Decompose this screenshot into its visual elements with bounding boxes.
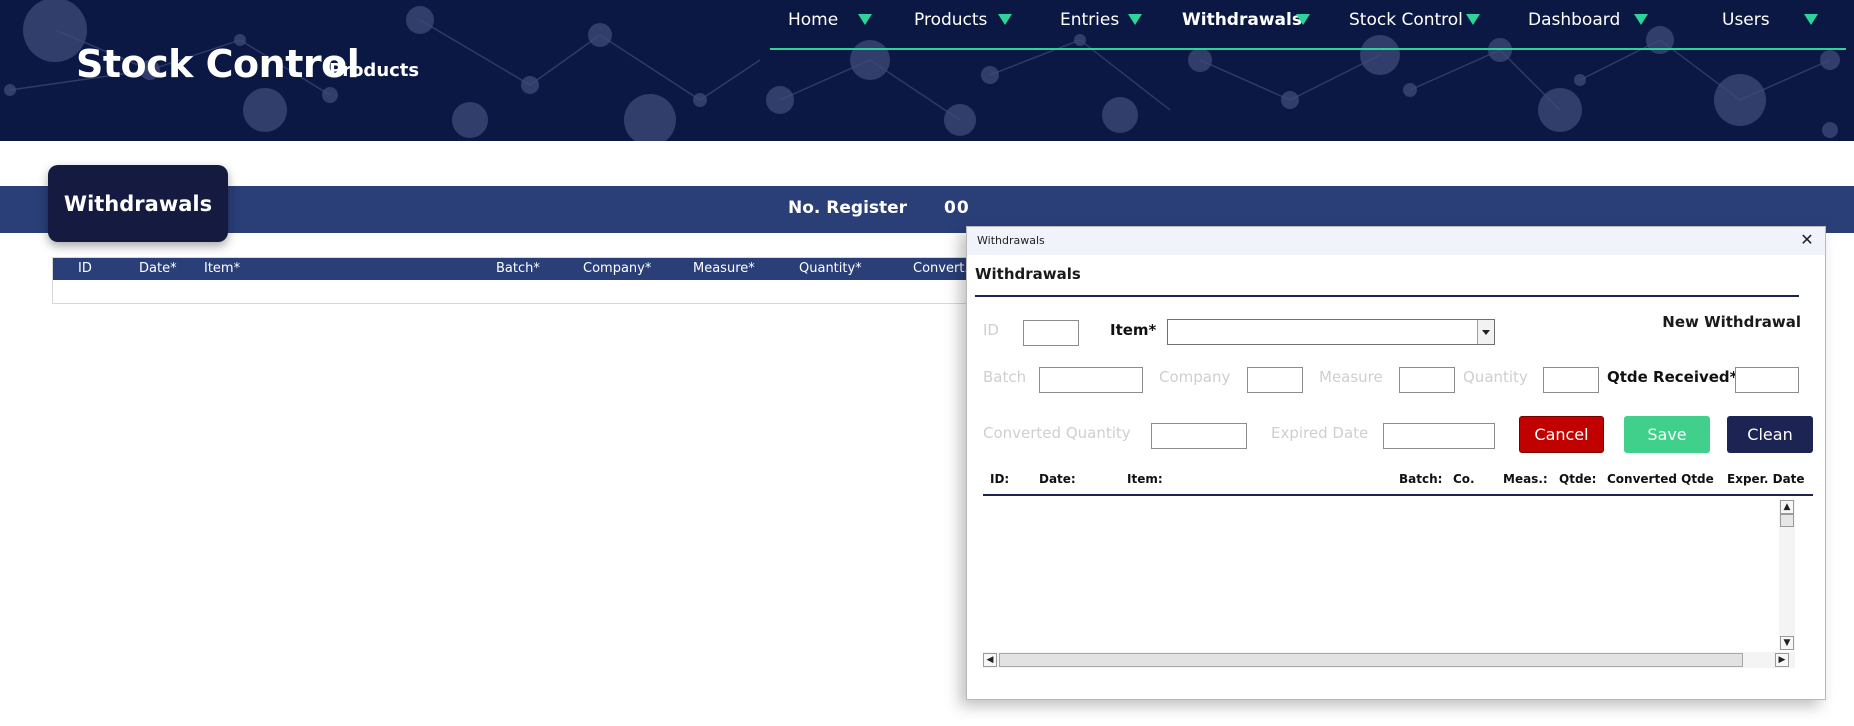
nav-dashboard-chevron-down-icon[interactable] xyxy=(1634,14,1648,25)
register-count-label: No. Register xyxy=(788,198,908,218)
column-header-measure: Measure* xyxy=(693,261,755,276)
batch-label: Batch xyxy=(983,368,1027,386)
qtde-received-field[interactable] xyxy=(1735,367,1799,393)
list-header-batch: Batch: xyxy=(1399,472,1443,486)
id-field[interactable] xyxy=(1023,320,1079,346)
scroll-down-icon[interactable]: ▼ xyxy=(1780,636,1794,650)
main-nav: Home Products Entries Withdrawals Stock … xyxy=(770,0,1846,50)
list-header-measure: Meas.: xyxy=(1503,472,1548,486)
nav-item-home[interactable]: Home xyxy=(788,10,838,36)
withdrawals-table: ID Date* Item* Batch* Company* Measure* … xyxy=(52,257,974,304)
nav-item-stock-control[interactable]: Stock Control xyxy=(1349,10,1463,36)
column-header-quantity: Quantity* xyxy=(799,261,862,276)
list-header-date: Date: xyxy=(1039,472,1076,486)
list-header-item: Item: xyxy=(1127,472,1163,486)
mode-label: New Withdrawal xyxy=(1662,313,1801,331)
column-header-id: ID xyxy=(78,261,92,276)
save-button[interactable]: Save xyxy=(1624,416,1710,453)
clean-button[interactable]: Clean xyxy=(1727,416,1813,453)
column-header-date: Date* xyxy=(139,261,177,276)
dialog-titlebar[interactable]: Withdrawals ✕ xyxy=(967,227,1825,255)
nav-withdrawals-chevron-down-icon[interactable] xyxy=(1296,14,1310,25)
list-header-expiry-date: Exper. Date xyxy=(1727,472,1805,486)
column-header-company: Company* xyxy=(583,261,652,276)
quantity-field[interactable] xyxy=(1543,367,1599,393)
measure-field[interactable] xyxy=(1399,367,1455,393)
heading-divider xyxy=(975,295,1799,297)
scroll-left-icon[interactable]: ◀ xyxy=(983,653,997,667)
app-title: Stock Control xyxy=(76,42,360,86)
list-header-divider xyxy=(983,494,1813,496)
scroll-up-icon[interactable]: ▲ xyxy=(1780,500,1794,514)
dialog-heading: Withdrawals xyxy=(975,265,1081,283)
expired-date-field[interactable] xyxy=(1383,423,1495,449)
nav-stock-control-chevron-down-icon[interactable] xyxy=(1466,14,1480,25)
vertical-scrollbar[interactable]: ▲ ▼ xyxy=(1779,500,1795,650)
nav-item-entries[interactable]: Entries xyxy=(1060,10,1119,36)
expired-date-label: Expired Date xyxy=(1271,424,1369,442)
withdrawal-dialog: Withdrawals ✕ Withdrawals New Withdrawal… xyxy=(966,226,1826,700)
column-header-batch: Batch* xyxy=(496,261,540,276)
horizontal-scroll-thumb[interactable] xyxy=(999,653,1743,667)
item-select[interactable] xyxy=(1167,319,1495,345)
list-header-quantity: Qtde: xyxy=(1559,472,1597,486)
register-count-value: 00 xyxy=(944,198,970,218)
nav-item-dashboard[interactable]: Dashboard xyxy=(1528,10,1620,36)
quantity-label: Quantity xyxy=(1463,368,1528,386)
nav-item-withdrawals[interactable]: Withdrawals xyxy=(1182,10,1302,36)
dialog-window-title: Withdrawals xyxy=(977,234,1045,247)
measure-label: Measure xyxy=(1319,368,1383,386)
list-header-id: ID: xyxy=(990,472,1010,486)
nav-home-chevron-down-icon[interactable] xyxy=(858,14,872,25)
app-subtitle: Products xyxy=(329,60,420,81)
column-header-converted: Convert. xyxy=(913,261,969,276)
item-label: Item* xyxy=(1110,321,1157,339)
column-header-item: Item* xyxy=(204,261,241,276)
close-icon[interactable]: ✕ xyxy=(1797,230,1817,250)
converted-quantity-label: Converted Quantity xyxy=(983,424,1131,442)
table-header: ID Date* Item* Batch* Company* Measure* … xyxy=(53,258,973,280)
id-label: ID xyxy=(983,321,999,339)
chevron-down-icon[interactable] xyxy=(1477,320,1494,344)
vertical-scroll-thumb[interactable] xyxy=(1780,514,1794,527)
nav-item-products[interactable]: Products xyxy=(914,10,987,36)
withdrawal-list[interactable] xyxy=(983,499,1812,671)
scroll-right-icon[interactable]: ▶ xyxy=(1775,653,1789,667)
converted-quantity-field[interactable] xyxy=(1151,423,1247,449)
nav-products-chevron-down-icon[interactable] xyxy=(998,14,1012,25)
section-title-card: Withdrawals xyxy=(48,165,228,242)
nav-users-chevron-down-icon[interactable] xyxy=(1804,14,1818,25)
nav-item-users[interactable]: Users xyxy=(1722,10,1770,36)
horizontal-scrollbar[interactable]: ◀ ▶ xyxy=(983,652,1795,668)
header-banner: Stock Control Products Home Products Ent… xyxy=(0,0,1854,141)
batch-field[interactable] xyxy=(1039,367,1143,393)
qtde-received-label: Qtde Received* xyxy=(1607,368,1738,386)
list-header-converted-qtde: Converted Qtde xyxy=(1607,472,1714,486)
cancel-button[interactable]: Cancel xyxy=(1519,416,1604,453)
nav-entries-chevron-down-icon[interactable] xyxy=(1128,14,1142,25)
company-label: Company xyxy=(1159,368,1231,386)
list-header-company: Co. xyxy=(1453,472,1475,486)
company-field[interactable] xyxy=(1247,367,1303,393)
